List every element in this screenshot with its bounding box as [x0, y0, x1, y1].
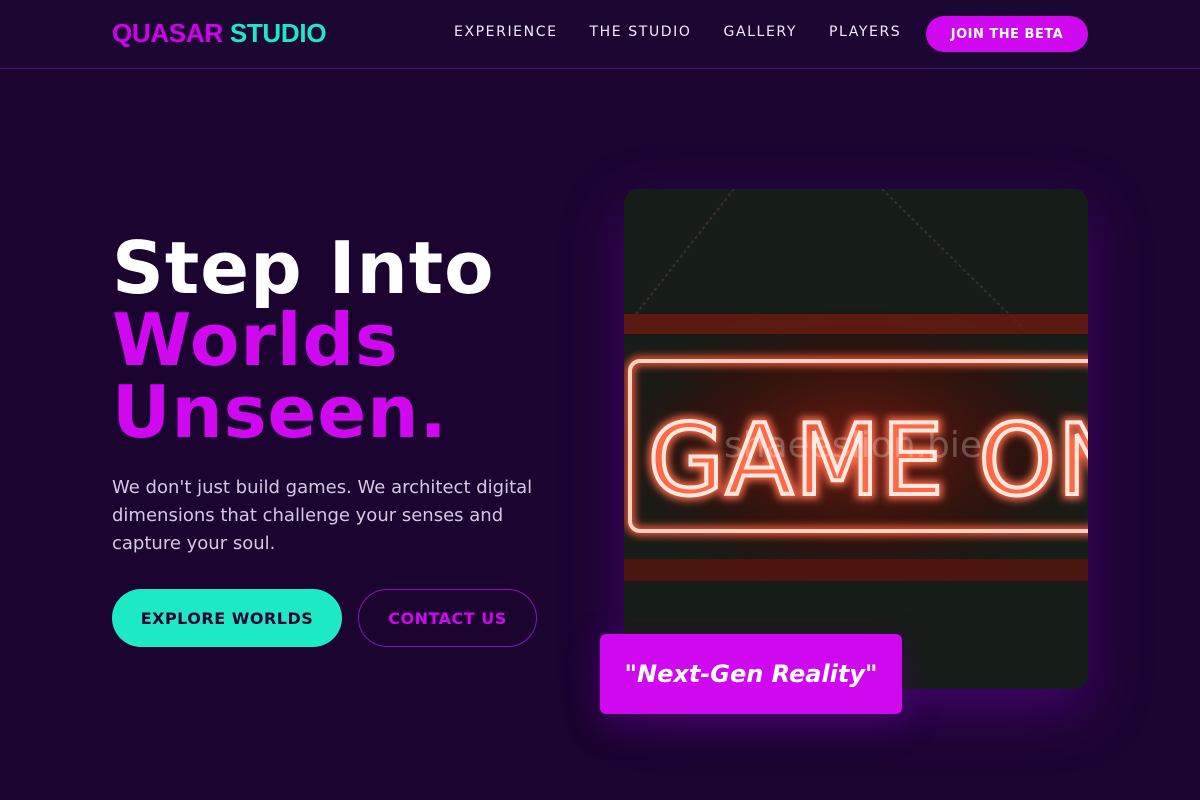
hero-description: We don't just build games. We architect …: [112, 477, 533, 554]
nav-link-experience[interactable]: EXPERIENCE: [454, 23, 558, 41]
game-on-neon-sign-illustration: GAME ON GAME ON shaeeslion.bie: [624, 189, 1088, 689]
hero-title-line-2: Worlds: [112, 298, 399, 382]
contact-us-button[interactable]: CONTACT US: [358, 589, 537, 647]
logo-word-studio: STUDIO: [229, 18, 327, 48]
logo-word-quasar: QUASAR: [112, 18, 223, 48]
image-watermark: shaeeslion.bie: [724, 425, 982, 466]
neon-sign-image: GAME ON GAME ON shaeeslion.bie: [624, 189, 1088, 689]
brand-logo[interactable]: QUASAR STUDIO: [112, 18, 327, 49]
explore-worlds-button[interactable]: EXPLORE WORLDS: [112, 589, 342, 647]
hero-title-line-3: Unseen.: [112, 370, 448, 454]
hero-title: Step Into Worlds Unseen.: [112, 232, 495, 448]
top-navigation-bar: QUASAR STUDIO EXPERIENCE THE STUDIO GALL…: [0, 0, 1200, 69]
nav-link-gallery[interactable]: GALLERY: [724, 23, 797, 41]
main-nav: EXPERIENCE THE STUDIO GALLERY PLAYERS: [454, 23, 933, 41]
nav-link-players[interactable]: PLAYERS: [829, 23, 901, 41]
nav-link-the-studio[interactable]: THE STUDIO: [590, 23, 692, 41]
hero-title-line-1: Step Into: [112, 226, 495, 310]
next-gen-reality-badge: "Next-Gen Reality": [600, 634, 902, 714]
join-beta-button[interactable]: JOIN THE BETA: [926, 16, 1088, 52]
